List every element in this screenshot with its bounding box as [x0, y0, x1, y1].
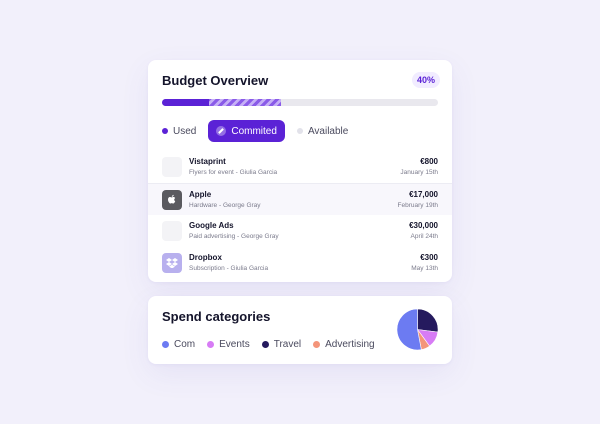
- transaction-description: Paid advertising - George Gray: [189, 233, 279, 240]
- budget-committed-segment: [208, 99, 281, 106]
- spend-legend: Com Events Travel Advertising: [162, 337, 387, 351]
- transaction-name: Apple: [189, 189, 212, 199]
- spend-pie-chart: [396, 308, 439, 351]
- transaction-date: May 13th: [411, 265, 438, 272]
- legend-available-label: Available: [307, 125, 349, 137]
- pie-slice-travel: [417, 308, 439, 333]
- transaction-name: Google Ads: [189, 221, 234, 230]
- vistaprint-logo-icon: [162, 157, 182, 177]
- spend-legend-events[interactable]: Events: [207, 337, 250, 351]
- google-ads-logo-icon: [162, 221, 182, 241]
- transaction-amount: €800: [420, 157, 438, 166]
- dropbox-logo-icon: [162, 253, 182, 273]
- transaction-row[interactable]: Dropbox Subscription - Giulia Garcia €30…: [148, 247, 452, 279]
- spend-legend-label: Com: [174, 338, 196, 350]
- transaction-row[interactable]: Google Ads Paid advertising - George Gra…: [148, 215, 452, 247]
- com-dot-icon: [162, 340, 169, 348]
- used-dot-icon: [162, 128, 168, 134]
- transaction-name: Dropbox: [189, 253, 222, 262]
- spend-legend-label: Travel: [273, 338, 302, 350]
- transaction-description: Subscription - Giulia Garcia: [189, 265, 269, 272]
- spend-legend-advertising[interactable]: Advertising: [313, 337, 375, 351]
- legend-used-label: Used: [173, 125, 197, 137]
- budget-title: Budget Overview: [162, 73, 269, 88]
- advertising-dot-icon: [313, 340, 321, 348]
- spend-legend-travel[interactable]: Travel: [261, 337, 302, 351]
- legend-committed-label: Commited: [231, 125, 277, 137]
- legend-committed-toggle[interactable]: Commited: [208, 120, 285, 142]
- budget-used-segment: [162, 99, 209, 106]
- budget-percent-badge: 40%: [411, 72, 440, 88]
- spend-categories-card: Spend categories Com Events Travel Adver…: [148, 296, 452, 364]
- spend-legend-com[interactable]: Com: [162, 337, 195, 351]
- transaction-name: Vistaprint: [189, 157, 226, 166]
- budget-legend: Used Commited Available: [162, 120, 360, 142]
- transaction-description: Hardware - George Gray: [189, 201, 261, 209]
- transaction-row[interactable]: Apple Hardware - George Gray €17,000 Feb…: [148, 183, 452, 215]
- spend-legend-label: Events: [219, 338, 250, 350]
- transaction-description: Flyers for event - Giulia Garcia: [189, 169, 278, 176]
- transaction-list: Vistaprint Flyers for event - Giulia Gar…: [148, 151, 452, 279]
- legend-used-toggle[interactable]: Used: [162, 120, 204, 142]
- committed-check-icon: [216, 126, 227, 136]
- budget-progress-bar: [162, 99, 438, 106]
- transaction-date: January 15th: [400, 169, 438, 176]
- pie-slice-com: [396, 308, 422, 351]
- transaction-row[interactable]: Vistaprint Flyers for event - Giulia Gar…: [148, 151, 452, 183]
- budget-overview-card: Budget Overview 40% Used Commited Availa…: [148, 60, 452, 282]
- apple-logo-icon: [162, 189, 182, 210]
- legend-available-toggle[interactable]: Available: [289, 120, 356, 142]
- spend-legend-label: Advertising: [325, 338, 375, 350]
- spend-title: Spend categories: [162, 309, 271, 324]
- transaction-date: February 19th: [397, 201, 438, 209]
- transaction-amount: €300: [420, 253, 438, 262]
- transaction-date: April 24th: [410, 233, 438, 240]
- transaction-amount: €30,000: [409, 221, 438, 230]
- travel-dot-icon: [261, 340, 269, 348]
- available-dot-icon: [296, 128, 303, 134]
- transaction-amount: €17,000: [409, 189, 438, 199]
- events-dot-icon: [207, 340, 215, 348]
